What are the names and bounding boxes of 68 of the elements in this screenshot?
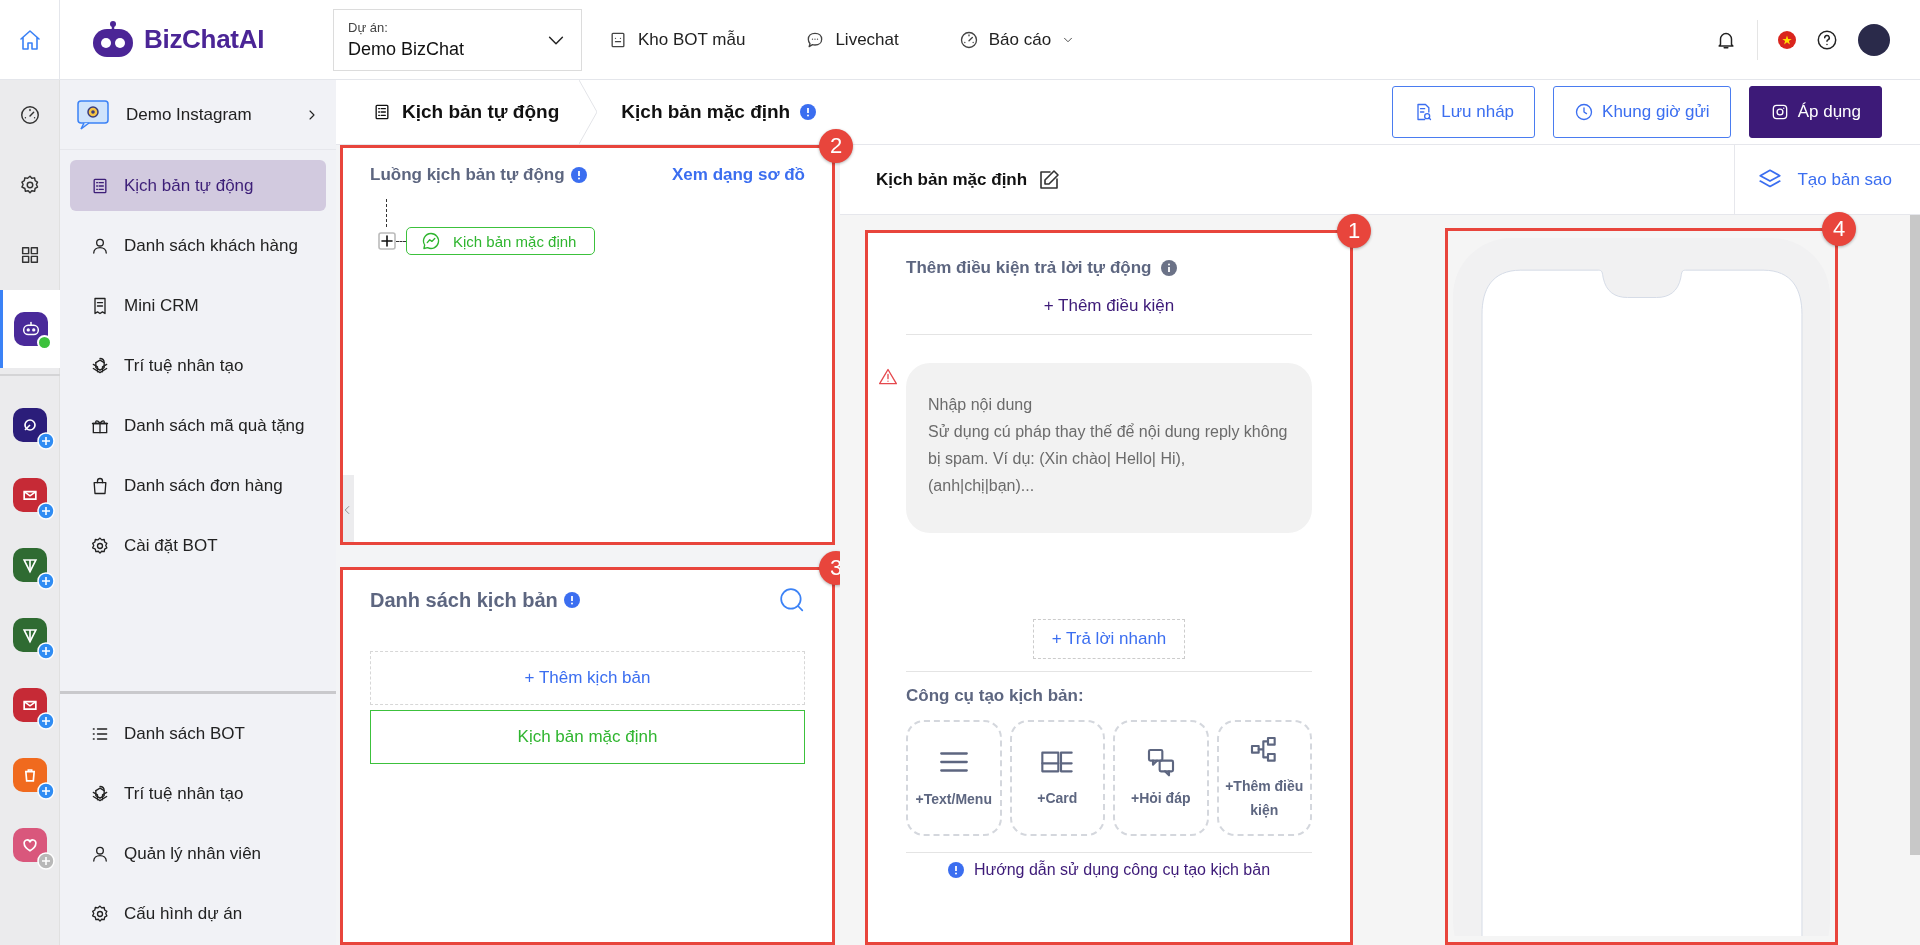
sidebar-item[interactable]: Danh sách mã quà tặng	[70, 400, 326, 451]
add-script-button[interactable]: + Thêm kịch bản	[370, 651, 805, 705]
add-condition-link[interactable]: + Thêm điều kiện	[906, 296, 1312, 316]
info-icon	[800, 104, 817, 120]
chat-settings-icon	[76, 98, 112, 131]
settings-icon	[90, 535, 110, 556]
sidebar-item[interactable]: Mini CRM	[70, 280, 326, 331]
sidebar-item[interactable]: Trí tuệ nhân tạo	[70, 768, 326, 819]
help-icon	[1816, 28, 1838, 51]
nav-link[interactable]: Kho BOT mẫu	[608, 29, 746, 50]
warning-icon	[878, 367, 898, 387]
annotation-number: 1	[1337, 214, 1371, 248]
app-icon[interactable]	[12, 478, 47, 512]
tool-button[interactable]: +Text/Menu	[906, 720, 1002, 836]
clock-icon	[1574, 102, 1595, 122]
project-dropdown[interactable]: Dự án: Demo BizChat	[333, 8, 582, 71]
sidebar-item[interactable]: Trí tuệ nhân tạo	[70, 340, 326, 391]
tool-button[interactable]: +Thêm điều kiện	[1216, 720, 1312, 836]
avatar[interactable]	[1858, 23, 1890, 56]
sidebar-item[interactable]: Danh sách đơn hàng	[70, 460, 326, 511]
sidebar-item[interactable]: Cấu hình dự án	[70, 888, 326, 939]
robot-logo-icon	[90, 20, 136, 59]
diagram-view-link[interactable]: Xem dạng sơ đồ	[672, 165, 805, 185]
settings-icon	[18, 174, 41, 196]
section-title: Công cụ tạo kịch bản:	[906, 686, 1085, 706]
annotation-number: 4	[1822, 212, 1856, 246]
ai-knot-icon	[90, 355, 110, 376]
nav-link[interactable]: Báo cáo	[958, 29, 1076, 50]
expand-icon	[378, 232, 396, 250]
script-title: Kịch bản mặc định	[876, 169, 1028, 190]
help-link[interactable]: Hướng dẫn sử dụng công cụ tạo kịch bản	[973, 861, 1271, 879]
panel-title: Danh sách kịch bản	[370, 588, 558, 612]
panel-title: Luồng kịch bản tự động	[370, 165, 565, 185]
sidebar-item[interactable]: Danh sách khách hàng	[70, 220, 326, 271]
settings-icon	[90, 903, 110, 924]
messenger-icon	[421, 231, 441, 251]
sidebar-item[interactable]: Danh sách BOT	[70, 708, 326, 759]
action-button[interactable]: Lưu nháp	[1392, 86, 1536, 138]
bot-selector[interactable]: Demo Instagram	[60, 80, 336, 150]
sidebar-item[interactable]: Quản lý nhân viên	[70, 828, 326, 879]
section-title: Thêm điều kiện trả lời tự động	[906, 258, 1152, 278]
message-input[interactable]: Nhập nội dung Sử dụng cú pháp thay thế để nội dung reply không bị spam. Ví dụ: (Xin chào| Hello| Hi), (anh|chị|bạn)...	[906, 363, 1312, 533]
sidebar-item[interactable]: Kịch bản tự động	[70, 160, 326, 211]
info-icon	[563, 592, 580, 608]
logo-text: BizChatAI	[144, 24, 265, 55]
ai-knot-icon	[90, 783, 110, 804]
scrollbar[interactable]	[1910, 215, 1920, 855]
info-icon	[570, 167, 587, 183]
quick-reply-button[interactable]: + Trả lời nhanh	[1032, 619, 1186, 659]
app-icon[interactable]	[12, 408, 47, 442]
info-icon	[947, 862, 964, 878]
gauge-icon	[18, 104, 41, 126]
action-button[interactable]: Khung giờ gửi	[1553, 86, 1731, 138]
app-icon[interactable]	[12, 688, 47, 722]
search-icon	[779, 587, 805, 613]
action-button[interactable]: Áp dụng	[1748, 86, 1882, 138]
nav-link[interactable]: Livechat	[805, 29, 899, 50]
breadcrumb-link[interactable]: Kịch bản tự động	[336, 80, 580, 144]
home-icon	[17, 27, 42, 52]
app-icon[interactable]	[12, 548, 47, 582]
gauge-icon	[958, 29, 979, 50]
info-icon	[1161, 260, 1178, 276]
tool-button[interactable]: +Card	[1009, 720, 1105, 836]
sidebar-item[interactable]: Cài đặt BOT	[70, 520, 326, 571]
tool-button[interactable]: +Hỏi đáp	[1113, 720, 1209, 836]
flag-icon	[1778, 30, 1796, 49]
app-icon[interactable]	[12, 618, 47, 652]
edit-icon	[1037, 167, 1062, 192]
